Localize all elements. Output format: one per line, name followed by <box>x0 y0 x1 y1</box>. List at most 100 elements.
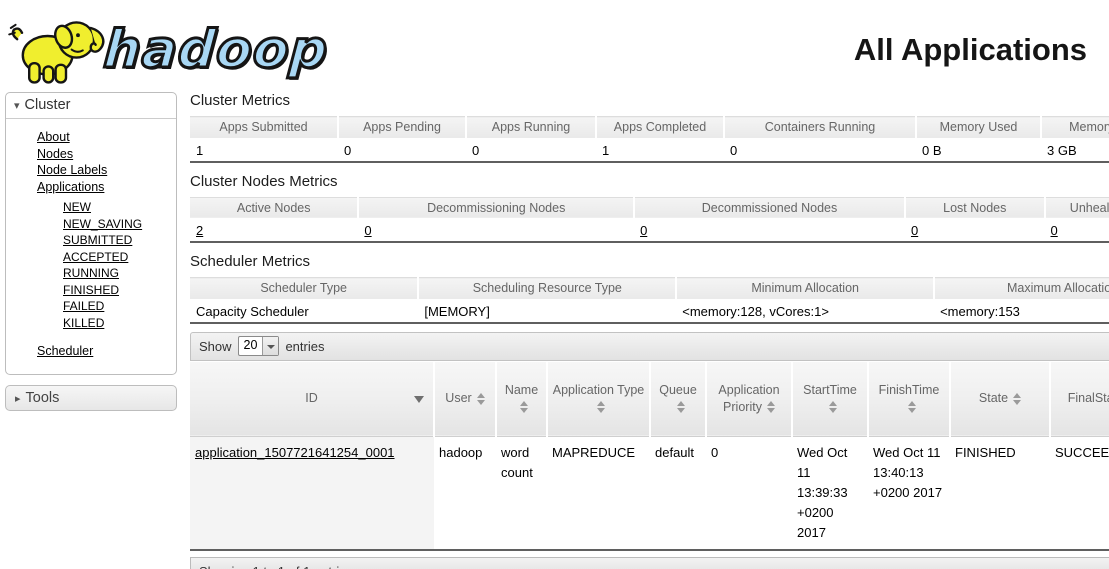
cluster-nodes-metrics-table: Active Nodes Decommissioning Nodes Decom… <box>190 197 1109 244</box>
sort-icon <box>477 393 485 405</box>
sort-icon <box>520 401 528 413</box>
applications-link[interactable]: Applications <box>37 180 104 194</box>
apps-col-id[interactable]: ID <box>190 361 434 436</box>
state-failed-link[interactable]: FAILED <box>63 299 104 313</box>
apps-pending-value: 0 <box>338 139 466 162</box>
col-decommissioning-nodes: Decommissioning Nodes <box>358 197 634 219</box>
sort-icon <box>597 401 605 413</box>
apps-col-finishtime-label: FinishTime <box>879 383 940 397</box>
application-name: word count <box>496 436 547 550</box>
col-minimum-allocation: Minimum Allocation <box>676 278 934 300</box>
apps-col-starttime[interactable]: StartTime <box>792 361 868 436</box>
apps-completed-value: 1 <box>596 139 724 162</box>
table-info-bar: Showing 1 to 1 of 1 entries <box>190 557 1109 569</box>
sidebar-section-cluster[interactable]: ▾Cluster <box>6 93 176 119</box>
apps-col-starttime-label: StartTime <box>803 383 857 397</box>
apps-col-finalstatus[interactable]: FinalStatus <box>1050 361 1109 436</box>
col-active-nodes: Active Nodes <box>190 197 358 219</box>
cluster-nav-box: ▾Cluster About Nodes Node Labels Applica… <box>5 92 177 375</box>
apps-col-state[interactable]: State <box>950 361 1050 436</box>
apps-col-application-priority[interactable]: Application Priority <box>706 361 792 436</box>
state-finished-link[interactable]: FINISHED <box>63 283 119 297</box>
minimum-allocation-value: <memory:128, vCores:1> <box>676 300 934 323</box>
caret-right-icon: ▸ <box>15 393 21 405</box>
sidebar-item-nodes: Nodes <box>37 146 176 163</box>
col-memory-total: Memory Total <box>1041 117 1109 139</box>
apps-col-name-label: Name <box>505 383 538 397</box>
cluster-nodes-metrics-row: 2 0 0 0 0 <box>190 219 1109 242</box>
application-priority: 0 <box>706 436 792 550</box>
unhealthy-nodes-link[interactable]: 0 <box>1051 223 1058 238</box>
sidebar-item-scheduler: Scheduler <box>37 343 176 360</box>
state-accepted-link[interactable]: ACCEPTED <box>63 250 128 264</box>
maximum-allocation-value: <memory:153 <box>934 300 1109 323</box>
decommissioned-nodes-link[interactable]: 0 <box>640 223 647 238</box>
apps-running-value: 0 <box>466 139 596 162</box>
col-scheduler-type: Scheduler Type <box>190 278 418 300</box>
sort-icon <box>767 401 775 413</box>
sidebar-section-tools[interactable]: ▸Tools <box>5 385 177 411</box>
cluster-metrics-row: 1 0 0 1 0 0 B 3 GB <box>190 139 1109 162</box>
application-queue: default <box>650 436 706 550</box>
state-killed-link[interactable]: KILLED <box>63 316 104 330</box>
page-size-select[interactable]: 20 <box>238 336 280 356</box>
sort-icon <box>908 401 916 413</box>
col-apps-pending: Apps Pending <box>338 117 466 139</box>
containers-running-value: 0 <box>724 139 916 162</box>
col-containers-running: Containers Running <box>724 117 916 139</box>
caret-down-icon: ▾ <box>14 100 20 112</box>
application-finalstatus: SUCCEEDED <box>1050 436 1109 550</box>
show-label: Show <box>199 339 232 354</box>
apps-col-application-type[interactable]: Application Type <box>547 361 650 436</box>
application-starttime: Wed Oct 11 13:39:33 +0200 2017 <box>792 436 868 550</box>
apps-col-user[interactable]: User <box>434 361 496 436</box>
col-unhealthy-nodes: Unhealthy Nodes <box>1045 197 1109 219</box>
state-new-link[interactable]: NEW <box>63 200 91 214</box>
top-bar: hadoop All Applications <box>0 0 1109 92</box>
nodes-link[interactable]: Nodes <box>37 147 73 161</box>
app-states-subnav: NEW NEW_SAVING SUBMITTED ACCEPTED RUNNIN… <box>63 199 176 331</box>
apps-col-finishtime[interactable]: FinishTime <box>868 361 950 436</box>
apps-col-name[interactable]: Name <box>496 361 547 436</box>
sidebar-item-killed: KILLED <box>63 315 176 332</box>
state-submitted-link[interactable]: SUBMITTED <box>63 233 132 247</box>
sidebar-item-finished: FINISHED <box>63 282 176 299</box>
sidebar-item-applications: Applications <box>37 179 176 196</box>
table-length-bar: Show 20 entries <box>190 332 1109 361</box>
sidebar-item-about: About <box>37 129 176 146</box>
col-decommissioned-nodes: Decommissioned Nodes <box>634 197 905 219</box>
application-finishtime: Wed Oct 11 13:40:13 +0200 2017 <box>868 436 950 550</box>
node-labels-link[interactable]: Node Labels <box>37 163 107 177</box>
scheduler-type-value: Capacity Scheduler <box>190 300 418 323</box>
sidebar-item-new-saving: NEW_SAVING <box>63 216 176 233</box>
sidebar: ▾Cluster About Nodes Node Labels Applica… <box>0 92 177 411</box>
active-nodes-link[interactable]: 2 <box>196 223 203 238</box>
state-running-link[interactable]: RUNNING <box>63 266 119 280</box>
application-row: application_1507721641254_0001 hadoop wo… <box>190 436 1109 550</box>
apps-col-queue-label: Queue <box>659 383 697 397</box>
col-maximum-allocation: Maximum Allocation <box>934 278 1109 300</box>
page-size-value: 20 <box>239 337 263 355</box>
sort-descending-icon <box>414 396 424 403</box>
hadoop-logo: hadoop <box>6 11 328 89</box>
col-scheduling-resource-type: Scheduling Resource Type <box>418 278 676 300</box>
logo-wordmark: hadoop <box>102 20 330 80</box>
about-link[interactable]: About <box>37 130 70 144</box>
application-id-link[interactable]: application_1507721641254_0001 <box>195 445 395 460</box>
application-user: hadoop <box>434 436 496 550</box>
apps-col-finalstatus-label: FinalStatus <box>1068 391 1109 405</box>
sidebar-item-node-labels: Node Labels <box>37 162 176 179</box>
apps-col-queue[interactable]: Queue <box>650 361 706 436</box>
entries-label: entries <box>285 339 324 354</box>
application-state: FINISHED <box>950 436 1050 550</box>
state-new-saving-link[interactable]: NEW_SAVING <box>63 217 142 231</box>
scheduler-metrics-table: Scheduler Type Scheduling Resource Type … <box>190 277 1109 324</box>
sidebar-item-failed: FAILED <box>63 298 176 315</box>
scheduler-link[interactable]: Scheduler <box>37 344 93 358</box>
apps-col-id-label: ID <box>305 391 318 405</box>
decommissioning-nodes-link[interactable]: 0 <box>364 223 371 238</box>
cluster-metrics-title: Cluster Metrics <box>190 92 1109 109</box>
chevron-down-icon <box>262 337 278 355</box>
sidebar-item-accepted: ACCEPTED <box>63 249 176 266</box>
lost-nodes-link[interactable]: 0 <box>911 223 918 238</box>
